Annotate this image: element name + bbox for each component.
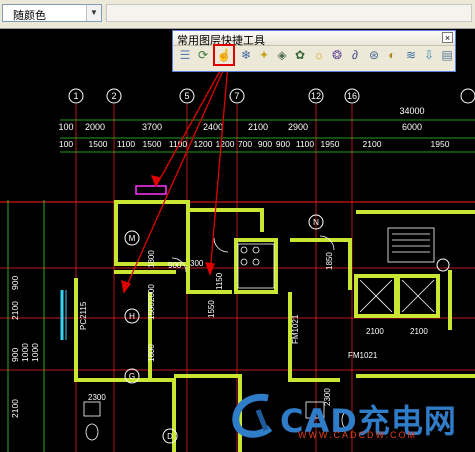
layers-stack-icon[interactable]: ☰ bbox=[177, 47, 193, 63]
svg-text:2100: 2100 bbox=[248, 122, 268, 132]
svg-text:1550: 1550 bbox=[207, 300, 216, 318]
svg-text:1600: 1600 bbox=[147, 344, 156, 362]
svg-text:2000: 2000 bbox=[85, 122, 105, 132]
cad-drawing-canvas[interactable]: 1 2 5 7 12 16 100 2000 3700 2400 2100 29… bbox=[0, 29, 475, 452]
svg-text:N: N bbox=[313, 218, 319, 227]
layer-move-icon[interactable]: ⇩ bbox=[421, 47, 437, 63]
layer-quick-toolbar[interactable]: 常用图层快捷工具 × ☰ ⟳ ☝ ❄ ✦ ◈ ✿ ☼ ❂ ∂ ⊛ ◐ ≋ ⇩ ▤ bbox=[172, 30, 456, 72]
svg-text:34000: 34000 bbox=[399, 106, 424, 116]
grid-label: 5 bbox=[184, 91, 189, 101]
svg-text:1800: 1800 bbox=[147, 250, 156, 268]
watermark: CAD充电网 WWW.CADCDW.COM bbox=[228, 390, 468, 446]
svg-text:1950: 1950 bbox=[431, 139, 450, 149]
svg-text:1100: 1100 bbox=[296, 139, 315, 149]
svg-text:900: 900 bbox=[258, 139, 272, 149]
svg-text:G: G bbox=[129, 372, 135, 381]
layer-freeze-icon[interactable]: ❄ bbox=[238, 47, 254, 63]
close-icon[interactable]: × bbox=[442, 32, 453, 43]
svg-text:PC2115: PC2115 bbox=[79, 301, 88, 330]
cad-logo-icon bbox=[232, 393, 273, 438]
layers-refresh-icon[interactable]: ⟳ bbox=[195, 47, 211, 63]
toolbar-title: 常用图层快捷工具 bbox=[177, 35, 265, 47]
layer-lock-icon[interactable]: ❂ bbox=[329, 47, 345, 63]
svg-text:H: H bbox=[129, 312, 135, 321]
svg-text:2300: 2300 bbox=[88, 393, 106, 402]
svg-text:1100: 1100 bbox=[117, 139, 136, 149]
grid-label: 12 bbox=[311, 91, 321, 101]
chevron-down-icon[interactable]: ▼ bbox=[86, 5, 101, 21]
svg-text:1000: 1000 bbox=[20, 343, 30, 362]
svg-text:2100: 2100 bbox=[410, 327, 428, 336]
grid-label: 1 bbox=[73, 91, 78, 101]
layer-delete-icon[interactable]: ▤ bbox=[439, 47, 455, 63]
layer-iso-icon[interactable]: ◈ bbox=[274, 47, 290, 63]
watermark-url: WWW.CADCDW.COM bbox=[298, 430, 417, 440]
layer-merge-icon[interactable]: ≋ bbox=[403, 47, 419, 63]
svg-text:2100: 2100 bbox=[366, 327, 384, 336]
svg-text:1500: 1500 bbox=[147, 302, 156, 320]
svg-text:100: 100 bbox=[59, 139, 73, 149]
svg-text:1200: 1200 bbox=[194, 139, 213, 149]
svg-text:2100: 2100 bbox=[10, 301, 20, 320]
svg-text:2000: 2000 bbox=[147, 284, 156, 302]
properties-field[interactable] bbox=[106, 4, 472, 22]
svg-text:M: M bbox=[129, 234, 136, 243]
color-select[interactable]: 随颜色 ▼ bbox=[2, 4, 102, 22]
svg-text:2400: 2400 bbox=[203, 122, 223, 132]
svg-text:100: 100 bbox=[58, 122, 73, 132]
svg-text:900: 900 bbox=[168, 261, 182, 270]
svg-text:FM1021: FM1021 bbox=[348, 351, 378, 360]
grid-label: 16 bbox=[347, 91, 357, 101]
svg-text:D: D bbox=[167, 432, 173, 441]
color-select-value: 随颜色 bbox=[13, 10, 46, 22]
grid-label: 7 bbox=[234, 91, 239, 101]
svg-text:1500: 1500 bbox=[143, 139, 162, 149]
svg-text:2100: 2100 bbox=[10, 399, 20, 418]
layer-copy-icon[interactable]: ◐ bbox=[384, 47, 400, 63]
svg-text:700: 700 bbox=[238, 139, 252, 149]
layer-unlock-icon[interactable]: ⊛ bbox=[366, 47, 382, 63]
svg-text:1000: 1000 bbox=[30, 343, 40, 362]
sun-icon[interactable]: ☼ bbox=[311, 47, 327, 63]
svg-text:300: 300 bbox=[190, 259, 204, 268]
lock-icon[interactable]: ∂ bbox=[347, 47, 363, 63]
grid-label: 2 bbox=[111, 91, 116, 101]
layer-on-icon[interactable]: ✿ bbox=[292, 47, 308, 63]
svg-text:900: 900 bbox=[10, 348, 20, 362]
svg-text:FM1021: FM1021 bbox=[291, 314, 300, 344]
svg-text:6000: 6000 bbox=[402, 122, 422, 132]
svg-text:2900: 2900 bbox=[288, 122, 308, 132]
pointer-hand-icon[interactable]: ☝ bbox=[213, 44, 235, 66]
toolbar-titlebar[interactable]: 常用图层快捷工具 × bbox=[173, 31, 455, 47]
svg-text:3700: 3700 bbox=[142, 122, 162, 132]
bulb-icon[interactable]: ✦ bbox=[256, 47, 272, 63]
svg-text:2100: 2100 bbox=[363, 139, 382, 149]
svg-text:1500: 1500 bbox=[89, 139, 108, 149]
svg-text:900: 900 bbox=[276, 139, 290, 149]
properties-bar: 随颜色 ▼ bbox=[0, 0, 475, 29]
svg-text:1200: 1200 bbox=[216, 139, 235, 149]
svg-text:1850: 1850 bbox=[325, 252, 334, 270]
svg-text:900: 900 bbox=[10, 276, 20, 290]
svg-text:1950: 1950 bbox=[321, 139, 340, 149]
svg-text:1150: 1150 bbox=[215, 272, 224, 290]
